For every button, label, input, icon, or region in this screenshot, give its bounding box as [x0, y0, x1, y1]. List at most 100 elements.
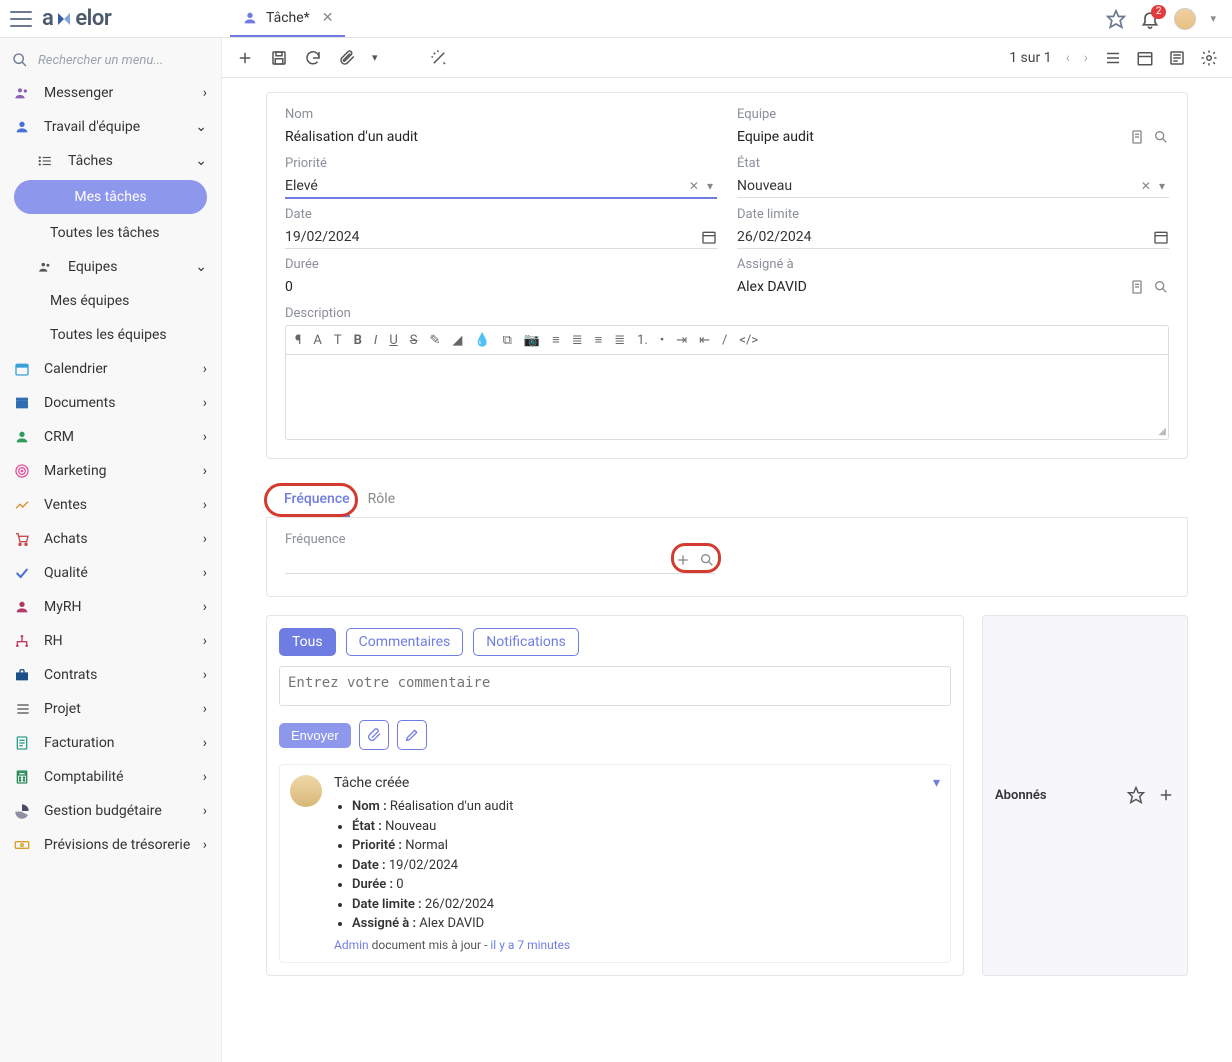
new-button[interactable]	[236, 49, 254, 67]
chevron-down-icon[interactable]: ▾	[1210, 12, 1216, 25]
clear-icon[interactable]: ✕	[1137, 179, 1155, 193]
close-icon[interactable]: ✕	[322, 10, 334, 26]
rte-ul-icon[interactable]: •	[657, 331, 667, 350]
rte-outdent-icon[interactable]: ⇤	[696, 331, 713, 350]
chevron-down-icon[interactable]: ▾	[703, 179, 717, 193]
comments-tab-notifications[interactable]: Notifications	[473, 628, 579, 656]
plus-icon[interactable]	[1157, 786, 1175, 804]
list-view-icon[interactable]	[1104, 49, 1122, 67]
team-value[interactable]: Equipe audit	[737, 126, 1169, 148]
rte-highlight-icon[interactable]: ◢	[449, 331, 465, 350]
sidebar-search[interactable]: Rechercher un menu...	[0, 44, 221, 76]
name-value[interactable]: Réalisation d'un audit	[285, 126, 717, 148]
sidebar-item-marketing[interactable]: Marketing ›	[0, 454, 221, 488]
rte-align-center-icon[interactable]: ≣	[569, 331, 586, 350]
rte-align-left-icon[interactable]: ≡	[549, 330, 563, 350]
calendar-icon[interactable]	[701, 229, 717, 245]
rte-ol-icon[interactable]: 1.	[634, 331, 651, 350]
search-icon[interactable]	[699, 552, 715, 568]
attach-comment-button[interactable]	[359, 720, 389, 750]
document-icon[interactable]	[1129, 279, 1145, 295]
notifications-icon[interactable]: 2	[1140, 9, 1160, 29]
pager-next[interactable]: ›	[1084, 50, 1088, 66]
rte-code-icon[interactable]: </>	[736, 331, 761, 350]
sidebar-item-teams[interactable]: Equipes ⌄	[0, 250, 221, 284]
comment-input[interactable]	[279, 666, 951, 706]
more-dropdown[interactable]: ▾	[372, 51, 378, 64]
sidebar-item-project[interactable]: Projet ›	[0, 692, 221, 726]
sidebar-item-crm[interactable]: CRM ›	[0, 420, 221, 454]
wand-button[interactable]	[430, 49, 448, 67]
sidebar-item-alltasks[interactable]: Toutes les tâches	[0, 216, 221, 250]
calendar-icon[interactable]	[1153, 229, 1169, 245]
rte-link-icon[interactable]: ⧉	[500, 331, 515, 350]
tab-frequency[interactable]: Fréquence	[284, 491, 350, 517]
sidebar-item-accounting[interactable]: Comptabilité ›	[0, 760, 221, 794]
sidebar-item-myrh[interactable]: MyRH ›	[0, 590, 221, 624]
sidebar-item-myteams[interactable]: Mes équipes	[0, 284, 221, 318]
priority-select[interactable]: Elevé ✕ ▾	[285, 175, 717, 199]
save-button[interactable]	[270, 49, 288, 67]
sidebar-item-purchases[interactable]: Achats ›	[0, 522, 221, 556]
edit-comment-button[interactable]	[397, 720, 427, 750]
sidebar-item-budget[interactable]: Gestion budgétaire ›	[0, 794, 221, 828]
search-icon[interactable]	[1153, 279, 1169, 295]
description-editor[interactable]: ◢	[285, 354, 1169, 440]
plus-icon[interactable]	[675, 552, 691, 568]
sidebar-item-invoicing[interactable]: Facturation ›	[0, 726, 221, 760]
activity-menu-icon[interactable]: ▾	[933, 775, 940, 791]
open-tab-task[interactable]: Tâche* ✕	[230, 0, 345, 37]
rte-italic-icon[interactable]: I	[371, 331, 380, 350]
sidebar-item-mytasks[interactable]: Mes tâches	[14, 180, 207, 214]
sidebar-item-messenger[interactable]: Messenger ›	[0, 76, 221, 110]
sidebar-item-quality[interactable]: Qualité ›	[0, 556, 221, 590]
chevron-down-icon[interactable]: ▾	[1155, 179, 1169, 193]
refresh-button[interactable]	[304, 49, 322, 67]
duration-value[interactable]: 0	[285, 276, 717, 298]
pager-prev[interactable]: ‹	[1066, 50, 1070, 66]
rte-strike-icon[interactable]: S	[407, 331, 421, 350]
sidebar-item-calendar[interactable]: Calendrier ›	[0, 352, 221, 386]
rte-align-right-icon[interactable]: ≡	[592, 330, 606, 350]
sidebar-item-allteams[interactable]: Toutes les équipes	[0, 318, 221, 352]
user-avatar[interactable]	[1174, 8, 1196, 30]
rte-divider-icon[interactable]: /	[719, 331, 730, 350]
tab-role[interactable]: Rôle	[368, 491, 395, 517]
frequency-select[interactable]	[285, 551, 715, 574]
sidebar-item-teamwork[interactable]: Travail d'équipe ⌄	[0, 110, 221, 144]
sidebar-item-cashflow[interactable]: Prévisions de trésorerie ›	[0, 828, 221, 862]
comments-tab-comments[interactable]: Commentaires	[346, 628, 464, 656]
comments-tab-all[interactable]: Tous	[279, 628, 336, 656]
form-view-icon[interactable]	[1168, 49, 1186, 67]
send-button[interactable]: Envoyer	[279, 723, 351, 748]
clear-icon[interactable]: ✕	[685, 179, 703, 193]
rte-paragraph-icon[interactable]: ¶	[292, 331, 304, 350]
sidebar-item-contracts[interactable]: Contrats ›	[0, 658, 221, 692]
rte-camera-icon[interactable]: 📷	[521, 331, 543, 350]
settings-icon[interactable]	[1200, 49, 1218, 67]
rte-textsize-icon[interactable]: T	[331, 331, 345, 350]
assignee-value[interactable]: Alex DAVID	[737, 276, 1169, 298]
rte-underline-icon[interactable]: U	[386, 331, 400, 350]
sidebar-item-documents[interactable]: Documents ›	[0, 386, 221, 420]
rte-indent-icon[interactable]: ⇥	[673, 331, 690, 350]
rte-font-icon[interactable]: A	[310, 331, 324, 350]
deadline-field[interactable]: 26/02/2024	[737, 226, 1169, 249]
rte-bold-icon[interactable]: B	[351, 331, 365, 350]
sidebar-item-sales[interactable]: Ventes ›	[0, 488, 221, 522]
menu-toggle[interactable]	[10, 11, 32, 27]
rte-align-justify-icon[interactable]: ≣	[611, 331, 628, 350]
star-icon[interactable]	[1127, 786, 1145, 804]
rte-color-icon[interactable]: ✎	[427, 331, 444, 350]
sidebar-item-rh[interactable]: RH ›	[0, 624, 221, 658]
resize-handle-icon[interactable]: ◢	[1158, 426, 1166, 437]
state-select[interactable]: Nouveau ✕ ▾	[737, 175, 1169, 198]
document-icon[interactable]	[1129, 129, 1145, 145]
calendar-view-icon[interactable]	[1136, 49, 1154, 67]
star-icon[interactable]	[1106, 9, 1126, 29]
sidebar-item-tasks[interactable]: Tâches ⌄	[0, 144, 221, 178]
date-field[interactable]: 19/02/2024	[285, 226, 717, 249]
attach-button[interactable]	[338, 49, 356, 67]
rte-drop-icon[interactable]: 💧	[471, 331, 493, 350]
search-icon[interactable]	[1153, 129, 1169, 145]
